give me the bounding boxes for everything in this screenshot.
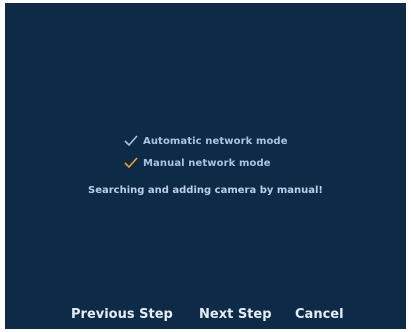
previous-step-button[interactable]: Previous Step — [71, 307, 173, 322]
check-icon — [124, 135, 138, 147]
check-icon — [124, 157, 138, 169]
wizard-screen: Automatic network mode Manual network mo… — [5, 3, 406, 329]
option-label: Manual network mode — [143, 157, 271, 169]
manual-network-mode-option[interactable]: Manual network mode — [124, 155, 271, 171]
cancel-button[interactable]: Cancel — [295, 307, 344, 322]
wizard-footer: Previous Step Next Step Cancel — [5, 305, 406, 327]
next-step-button[interactable]: Next Step — [199, 307, 272, 322]
automatic-network-mode-option[interactable]: Automatic network mode — [124, 133, 288, 149]
status-message: Searching and adding camera by manual! — [88, 185, 323, 196]
option-label: Automatic network mode — [143, 135, 288, 147]
